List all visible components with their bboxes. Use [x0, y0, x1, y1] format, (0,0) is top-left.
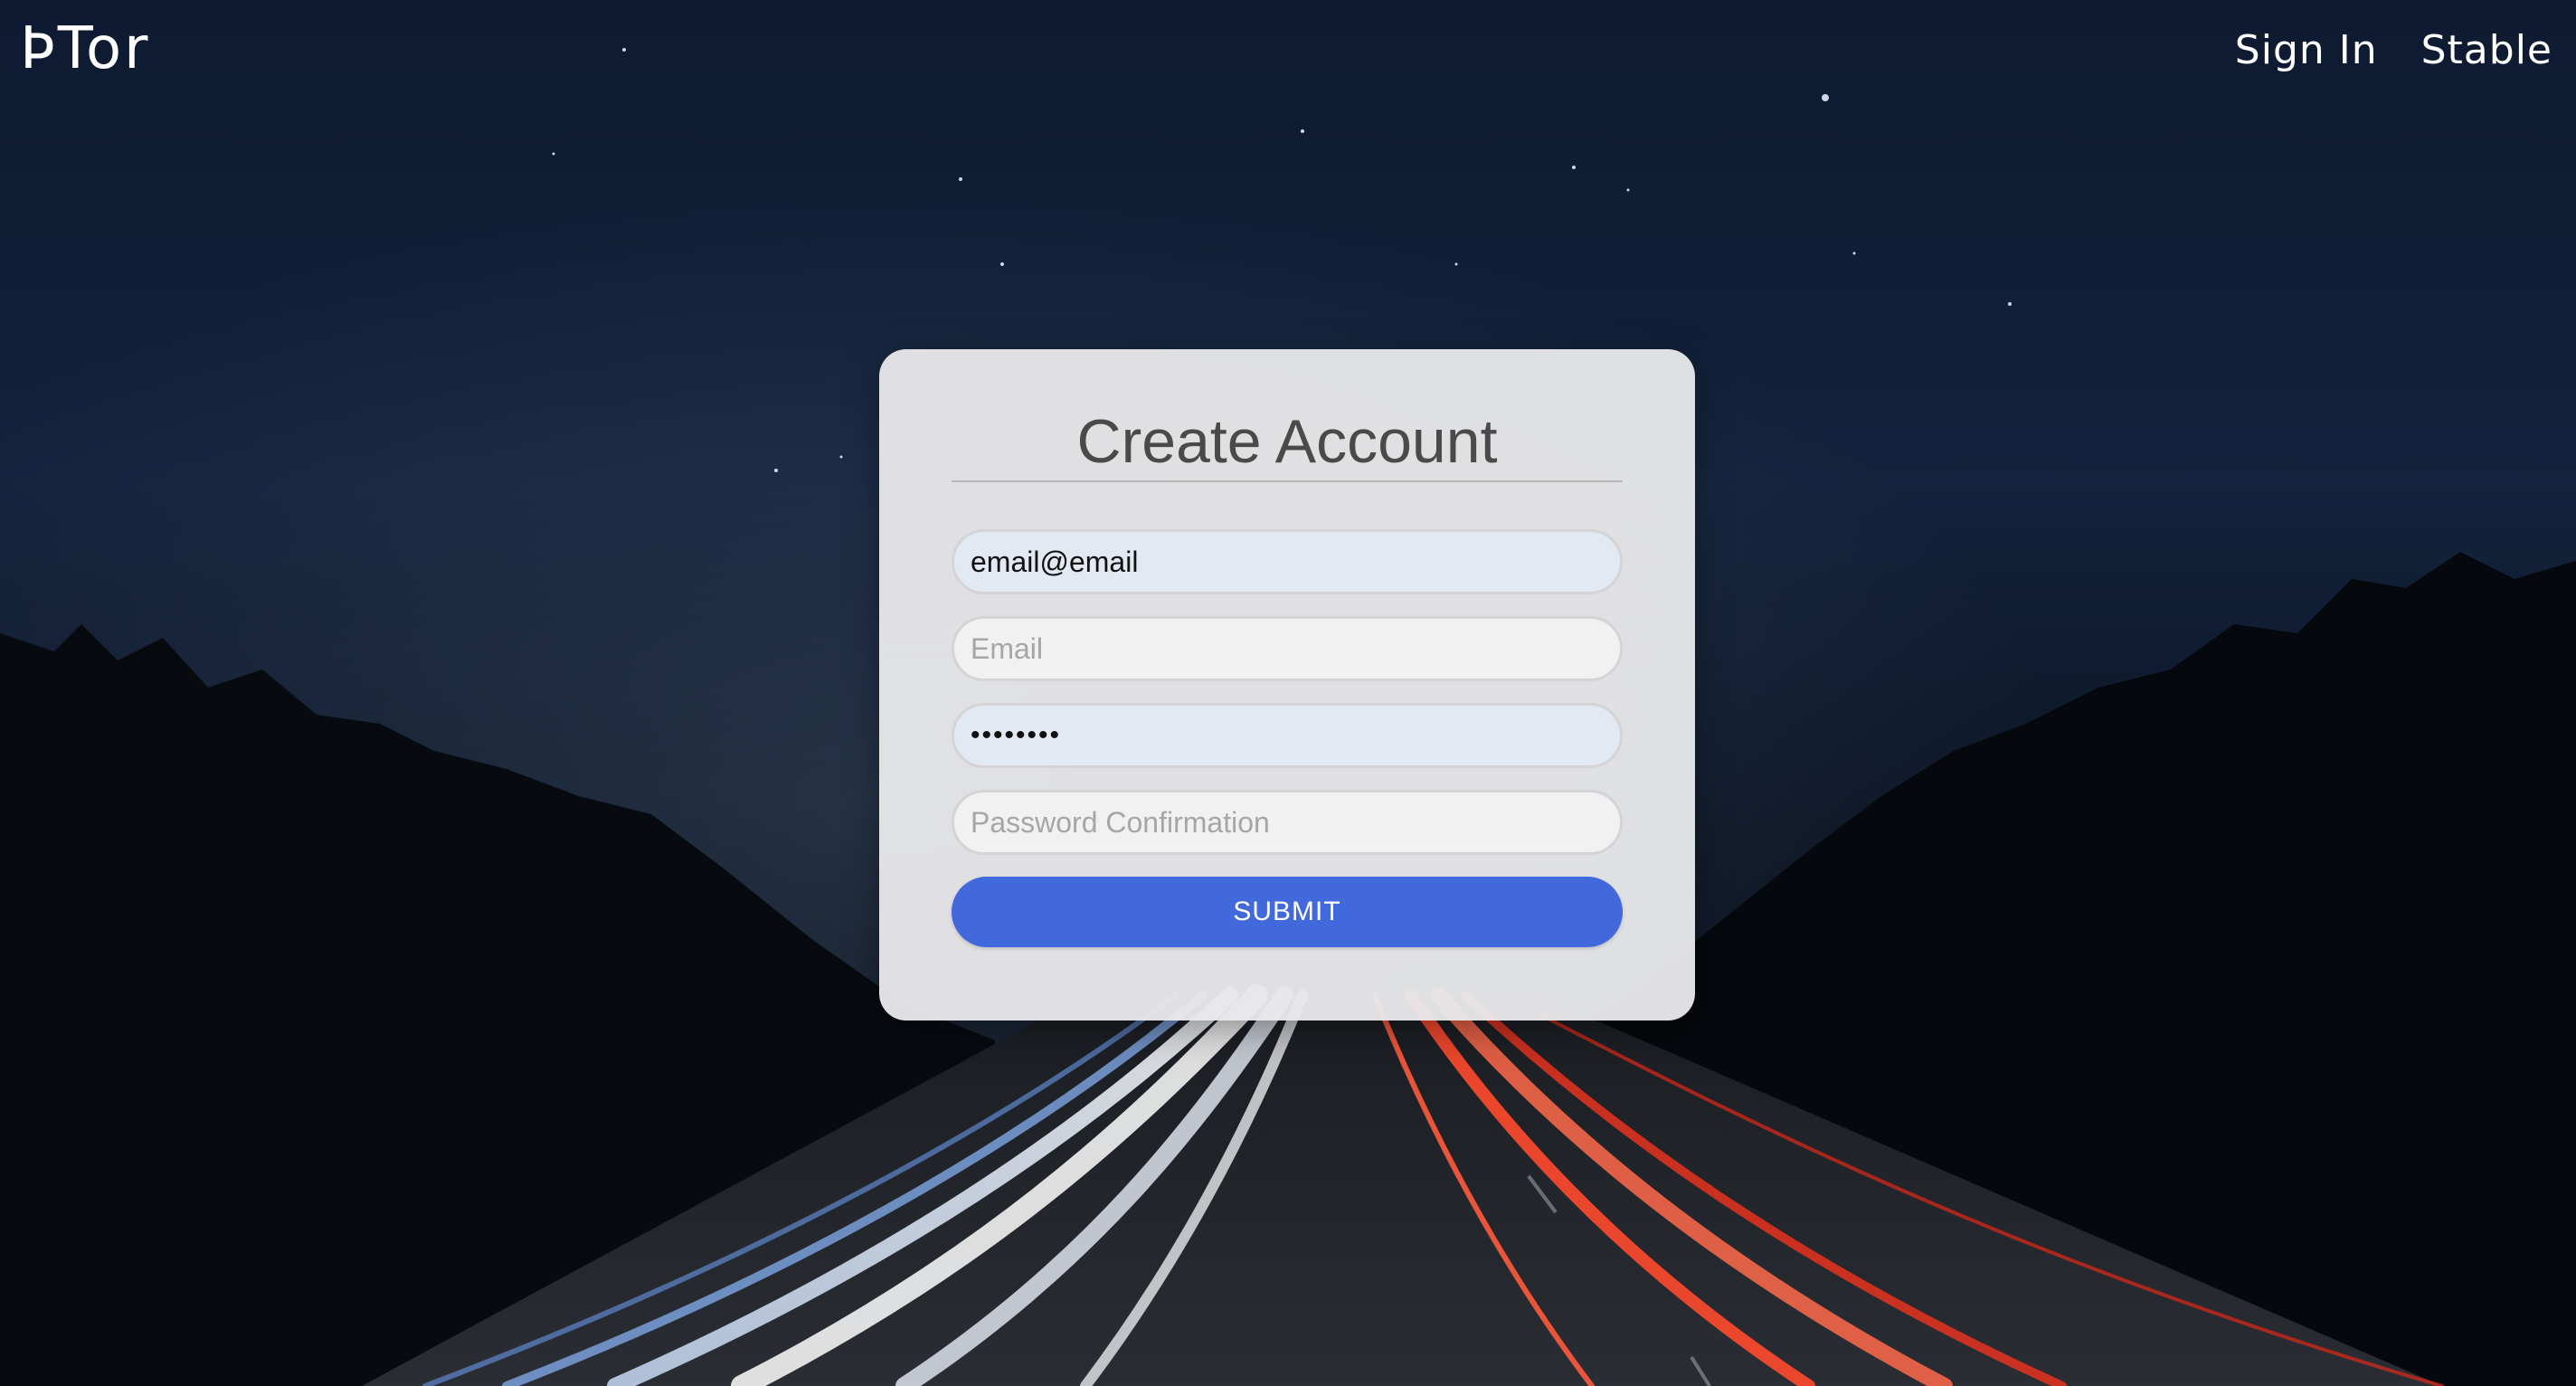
submit-button[interactable]: SUBMIT	[952, 877, 1623, 947]
stable-link[interactable]: Stable	[2421, 20, 2552, 81]
form-title: Create Account	[1076, 407, 1498, 476]
brand-logo[interactable]: ÞTor	[20, 13, 150, 85]
password-confirmation-input[interactable]	[952, 790, 1623, 855]
password-input[interactable]	[952, 703, 1623, 768]
top-nav: Sign In Stable	[2235, 20, 2552, 81]
username-input[interactable]	[952, 529, 1623, 594]
page: ÞTor Sign In Stable Create Account SUBMI…	[0, 0, 2576, 1386]
email-input[interactable]	[952, 616, 1623, 681]
sign-in-link[interactable]: Sign In	[2235, 20, 2378, 81]
create-account-form: Create Account SUBMIT	[879, 349, 1695, 1021]
title-divider	[952, 480, 1623, 482]
